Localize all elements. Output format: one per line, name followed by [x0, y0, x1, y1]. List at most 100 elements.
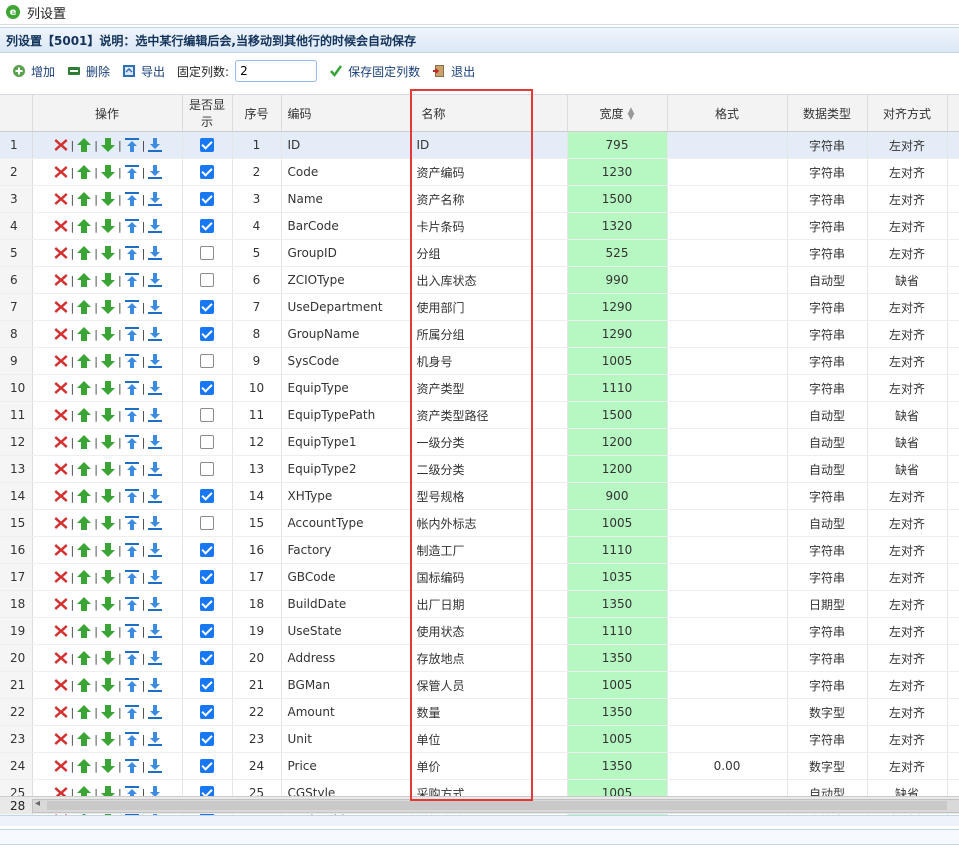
align-cell[interactable]: 左对齐 — [867, 698, 948, 726]
seq-cell[interactable]: 7 — [232, 293, 282, 321]
seq-cell[interactable]: 18 — [232, 590, 282, 618]
move-bottom-icon[interactable] — [147, 542, 163, 558]
name-cell[interactable]: 使用部门 — [411, 293, 568, 321]
move-up-icon[interactable] — [76, 218, 92, 234]
code-header[interactable]: 编码 — [281, 95, 412, 132]
move-up-icon[interactable] — [76, 515, 92, 531]
delete-x-icon[interactable] — [53, 272, 69, 288]
move-down-icon[interactable] — [100, 326, 116, 342]
seq-cell[interactable]: 6 — [232, 266, 282, 294]
align-cell[interactable]: 缺省 — [867, 266, 948, 294]
seq-cell[interactable]: 2 — [232, 158, 282, 186]
move-down-icon[interactable] — [100, 353, 116, 369]
width-cell[interactable]: 1005 — [567, 509, 668, 537]
datatype-cell[interactable]: 字符串 — [787, 617, 868, 645]
show-checkbox[interactable] — [200, 678, 214, 693]
width-cell[interactable]: 1230 — [567, 158, 668, 186]
move-up-icon[interactable] — [76, 326, 92, 342]
seq-cell[interactable]: 24 — [232, 752, 282, 780]
name-cell[interactable]: 卡片条码 — [411, 212, 568, 240]
seq-cell[interactable]: 22 — [232, 698, 282, 726]
move-down-icon[interactable] — [100, 434, 116, 450]
width-cell[interactable]: 990 — [567, 266, 668, 294]
code-cell[interactable]: UseDepartment — [281, 293, 412, 321]
align-cell[interactable]: 左对齐 — [867, 293, 948, 321]
table-row[interactable]: 19 | | | | 19 UseState 使用状态 1110 字符串 左对齐 — [0, 617, 959, 645]
move-top-icon[interactable] — [124, 488, 140, 504]
align-cell[interactable]: 缺省 — [867, 455, 948, 483]
show-checkbox[interactable] — [200, 192, 214, 207]
show-checkbox[interactable] — [200, 651, 214, 666]
move-bottom-icon[interactable] — [147, 191, 163, 207]
delete-x-icon[interactable] — [53, 218, 69, 234]
align-cell[interactable]: 左对齐 — [867, 158, 948, 186]
move-up-icon[interactable] — [76, 164, 92, 180]
move-top-icon[interactable] — [124, 758, 140, 774]
code-cell[interactable]: EquipType2 — [281, 455, 412, 483]
show-checkbox[interactable] — [200, 570, 214, 585]
code-cell[interactable]: ZCIOType — [281, 266, 412, 294]
seq-cell[interactable]: 12 — [232, 428, 282, 456]
align-cell[interactable]: 左对齐 — [867, 671, 948, 699]
seq-cell[interactable]: 14 — [232, 482, 282, 510]
name-cell[interactable]: 资产类型 — [411, 374, 568, 402]
code-cell[interactable]: Name — [281, 185, 412, 213]
align-cell[interactable]: 左对齐 — [867, 617, 948, 645]
move-up-icon[interactable] — [76, 434, 92, 450]
move-down-icon[interactable] — [100, 488, 116, 504]
show-checkbox[interactable] — [200, 732, 214, 747]
seq-cell[interactable]: 19 — [232, 617, 282, 645]
scrollbar-thumb[interactable] — [47, 801, 947, 810]
move-down-icon[interactable] — [100, 299, 116, 315]
datatype-cell[interactable]: 数字型 — [787, 752, 868, 780]
show-checkbox[interactable] — [200, 165, 214, 180]
move-top-icon[interactable] — [124, 461, 140, 477]
datatype-cell[interactable]: 字符串 — [787, 536, 868, 564]
move-up-icon[interactable] — [76, 272, 92, 288]
move-top-icon[interactable] — [124, 272, 140, 288]
move-up-icon[interactable] — [76, 596, 92, 612]
format-cell[interactable] — [667, 455, 788, 483]
name-cell[interactable]: 一级分类 — [411, 428, 568, 456]
width-cell[interactable]: 1005 — [567, 671, 668, 699]
code-cell[interactable]: EquipTypePath — [281, 401, 412, 429]
table-row[interactable]: 1 | | | | 1 ID ID 795 字符串 左对齐 — [0, 131, 959, 159]
move-up-icon[interactable] — [76, 137, 92, 153]
datatype-cell[interactable]: 字符串 — [787, 320, 868, 348]
move-top-icon[interactable] — [124, 137, 140, 153]
seq-header[interactable]: 序号 — [232, 95, 282, 132]
move-bottom-icon[interactable] — [147, 137, 163, 153]
align-header[interactable]: 对齐方式 — [867, 95, 948, 132]
delete-x-icon[interactable] — [53, 542, 69, 558]
width-cell[interactable]: 1320 — [567, 212, 668, 240]
delete-x-icon[interactable] — [53, 758, 69, 774]
datatype-cell[interactable]: 自动型 — [787, 509, 868, 537]
seq-cell[interactable]: 20 — [232, 644, 282, 672]
align-cell[interactable]: 左对齐 — [867, 725, 948, 753]
move-top-icon[interactable] — [124, 434, 140, 450]
move-up-icon[interactable] — [76, 245, 92, 261]
move-top-icon[interactable] — [124, 731, 140, 747]
move-up-icon[interactable] — [76, 299, 92, 315]
datatype-cell[interactable]: 字符串 — [787, 293, 868, 321]
format-cell[interactable] — [667, 482, 788, 510]
table-row[interactable]: 14 | | | | 14 XHType 型号规格 900 字符串 左对齐 — [0, 482, 959, 510]
code-cell[interactable]: XHType — [281, 482, 412, 510]
delete-x-icon[interactable] — [53, 704, 69, 720]
name-cell[interactable]: 型号规格 — [411, 482, 568, 510]
show-checkbox[interactable] — [200, 381, 214, 396]
width-cell[interactable]: 525 — [567, 239, 668, 267]
move-up-icon[interactable] — [76, 407, 92, 423]
align-cell[interactable]: 左对齐 — [867, 536, 948, 564]
move-down-icon[interactable] — [100, 245, 116, 261]
datatype-cell[interactable]: 字符串 — [787, 158, 868, 186]
table-row[interactable]: 7 | | | | 7 UseDepartment 使用部门 1290 字符串 左对齐 — [0, 293, 959, 321]
format-cell[interactable] — [667, 293, 788, 321]
align-cell[interactable]: 左对齐 — [867, 185, 948, 213]
move-up-icon[interactable] — [76, 353, 92, 369]
datatype-cell[interactable]: 自动型 — [787, 428, 868, 456]
format-cell[interactable] — [667, 725, 788, 753]
delete-x-icon[interactable] — [53, 677, 69, 693]
align-cell[interactable]: 左对齐 — [867, 212, 948, 240]
format-cell[interactable] — [667, 428, 788, 456]
